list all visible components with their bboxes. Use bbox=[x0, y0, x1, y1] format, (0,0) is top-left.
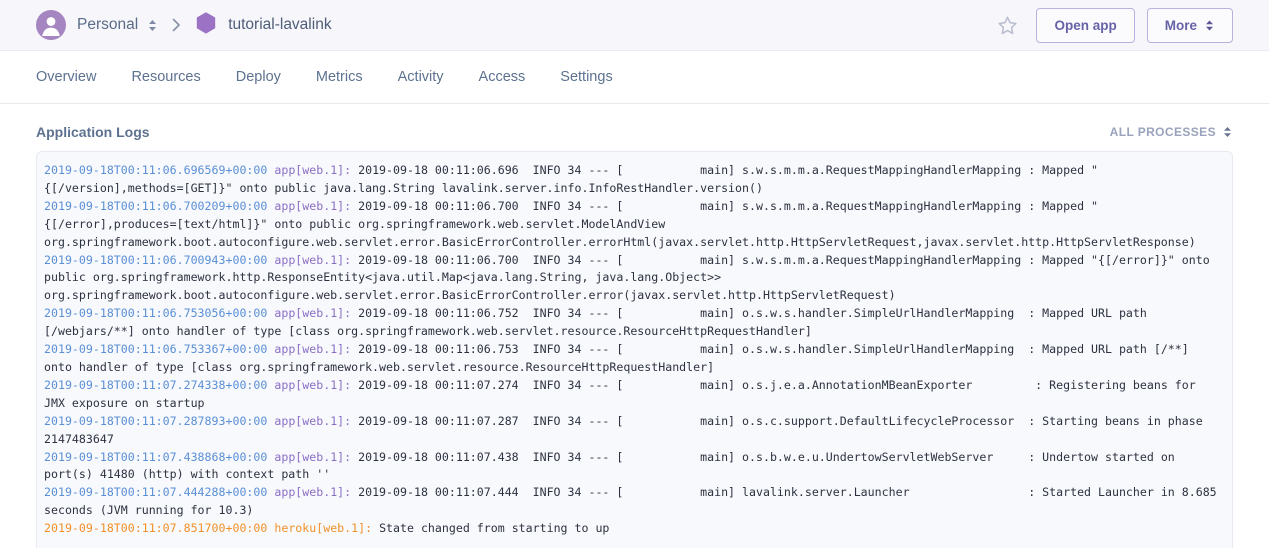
log-line: 2019-09-18T00:11:06.700209+00:00 app[web… bbox=[44, 198, 1218, 252]
log-timestamp: 2019-09-18T00:11:06.700209+00:00 bbox=[44, 198, 268, 213]
log-source: app[web.1]: bbox=[274, 449, 352, 464]
log-timestamp: 2019-09-18T00:11:07.438868+00:00 bbox=[44, 449, 268, 464]
primary-nav: Overview Resources Deploy Metrics Activi… bbox=[0, 51, 1269, 104]
page-title: Application Logs bbox=[36, 124, 150, 140]
user-avatar-icon[interactable] bbox=[36, 10, 66, 40]
more-chevron-down-icon bbox=[1204, 18, 1215, 33]
log-line: 2019-09-18T00:11:06.753056+00:00 app[web… bbox=[44, 305, 1218, 341]
log-timestamp: 2019-09-18T00:11:06.696569+00:00 bbox=[44, 163, 268, 177]
tab-activity[interactable]: Activity bbox=[398, 69, 444, 85]
log-source: app[web.1]: bbox=[274, 252, 352, 267]
log-message: State changed from starting to up bbox=[372, 521, 610, 536]
process-filter-label: ALL PROCESSES bbox=[1109, 125, 1216, 139]
log-timestamp: 2019-09-18T00:11:07.274338+00:00 bbox=[44, 377, 268, 392]
log-source: app[web.1]: bbox=[274, 377, 352, 392]
tab-deploy[interactable]: Deploy bbox=[236, 69, 281, 85]
chevron-down-icon bbox=[1222, 125, 1233, 139]
tab-metrics[interactable]: Metrics bbox=[316, 69, 363, 85]
log-line: 2019-09-18T00:11:06.696569+00:00 app[web… bbox=[44, 162, 1218, 198]
tab-overview[interactable]: Overview bbox=[36, 69, 96, 85]
log-line: 2019-09-18T00:11:06.753367+00:00 app[web… bbox=[44, 341, 1218, 377]
process-filter-dropdown[interactable]: ALL PROCESSES bbox=[1110, 125, 1233, 139]
log-line: 2019-09-18T00:11:07.444288+00:00 app[web… bbox=[44, 484, 1218, 520]
log-source: app[web.1]: bbox=[274, 198, 352, 213]
star-icon[interactable] bbox=[991, 15, 1024, 36]
log-timestamp: 2019-09-18T00:11:06.700943+00:00 bbox=[44, 252, 268, 267]
log-line: 2019-09-18T00:11:07.274338+00:00 app[web… bbox=[44, 377, 1218, 413]
tab-settings[interactable]: Settings bbox=[560, 69, 612, 85]
more-button-label: More bbox=[1164, 17, 1197, 33]
tab-access[interactable]: Access bbox=[479, 69, 526, 85]
log-source: app[web.1]: bbox=[274, 342, 352, 357]
account-name[interactable]: Personal bbox=[77, 16, 138, 34]
hexagon-icon bbox=[195, 11, 217, 40]
breadcrumb-separator-icon bbox=[172, 18, 181, 32]
log-source: heroku[web.1]: bbox=[274, 521, 373, 536]
top-bar: Personal tutorial-lavalink Open app More bbox=[0, 0, 1269, 51]
more-button[interactable]: More bbox=[1146, 7, 1233, 43]
logs-scroll-area[interactable]: 2019-09-18T00:11:06.696569+00:00 app[web… bbox=[37, 152, 1232, 548]
breadcrumb: Personal tutorial-lavalink bbox=[36, 10, 991, 40]
log-line: 2019-09-18T00:11:07.287893+00:00 app[web… bbox=[44, 413, 1218, 449]
application-logs-panel: 2019-09-18T00:11:06.696569+00:00 app[web… bbox=[36, 151, 1233, 548]
log-timestamp: 2019-09-18T00:11:07.287893+00:00 bbox=[44, 413, 268, 428]
log-timestamp: 2019-09-18T00:11:07.444288+00:00 bbox=[44, 485, 268, 500]
logs-section-header: Application Logs ALL PROCESSES bbox=[0, 104, 1269, 151]
top-bar-actions: Open app More bbox=[991, 7, 1233, 43]
log-line: 2019-09-18T00:11:06.700943+00:00 app[web… bbox=[44, 252, 1218, 306]
account-chevron-down-icon[interactable] bbox=[147, 18, 158, 33]
log-line: 2019-09-18T00:11:07.438868+00:00 app[web… bbox=[44, 449, 1218, 485]
open-app-button-label: Open app bbox=[1054, 17, 1117, 33]
log-source: app[web.1]: bbox=[274, 413, 352, 428]
open-app-button[interactable]: Open app bbox=[1036, 7, 1135, 43]
log-line: 2019-09-18T00:11:07.851700+00:00 heroku[… bbox=[44, 520, 1218, 538]
log-timestamp: 2019-09-18T00:11:06.753056+00:00 bbox=[44, 306, 268, 321]
log-source: app[web.1]: bbox=[274, 306, 352, 321]
log-source: app[web.1]: bbox=[274, 485, 352, 500]
log-timestamp: 2019-09-18T00:11:06.753367+00:00 bbox=[44, 342, 268, 357]
log-source: app[web.1]: bbox=[274, 163, 352, 177]
log-timestamp: 2019-09-18T00:11:07.851700+00:00 bbox=[44, 521, 268, 536]
tab-resources[interactable]: Resources bbox=[131, 69, 200, 85]
app-name[interactable]: tutorial-lavalink bbox=[228, 16, 331, 34]
